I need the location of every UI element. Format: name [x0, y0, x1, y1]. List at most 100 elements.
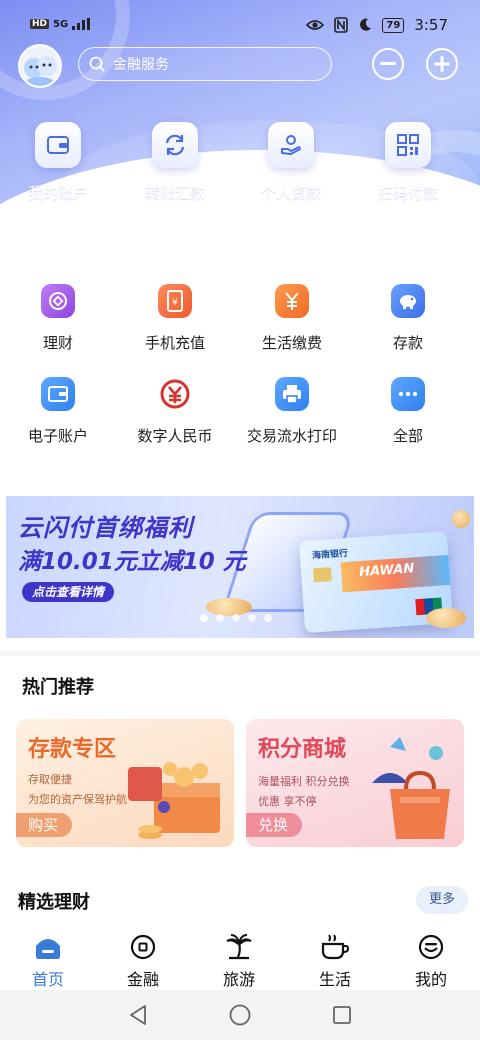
service-all[interactable]: 全部 — [348, 377, 468, 446]
tab-life[interactable]: 生活 — [295, 932, 375, 990]
battery-indicator: 79 — [382, 17, 405, 33]
home-circle-icon — [229, 1004, 251, 1026]
service-statement-print[interactable]: 交易流水打印 — [232, 377, 352, 446]
tab-home[interactable]: 首页 — [8, 932, 88, 990]
network-type: 5G — [53, 18, 69, 30]
service-e-account[interactable]: 电子账户 — [0, 377, 118, 446]
service-phone-recharge[interactable]: ¥ 手机充值 — [115, 284, 235, 353]
service-label: 全部 — [392, 427, 423, 445]
service-label: 生活缴费 — [261, 334, 322, 352]
carousel-dot[interactable] — [264, 614, 272, 622]
points-mall-card[interactable]: 积分商城 海量福利 积分兑换 优惠 享不停 兑换 — [246, 719, 464, 847]
e-account-icon — [48, 386, 68, 402]
service-label: 手机充值 — [144, 334, 205, 352]
carousel-indicator — [200, 614, 272, 622]
carousel-dot[interactable] — [232, 614, 240, 622]
digital-rmb-icon — [160, 379, 190, 409]
smiley-face-icon — [418, 934, 444, 960]
wealth-icon — [49, 292, 67, 310]
quick-action-scan-pay[interactable]: 扫码付款 — [358, 122, 458, 203]
back-button[interactable] — [126, 1003, 150, 1027]
tab-finance[interactable]: 金融 — [103, 932, 183, 990]
rec-card-line: 为您的资产保驾护航 — [28, 793, 127, 806]
tab-mine[interactable]: 我的 — [391, 932, 471, 990]
featured-finance-title: 精选理财 — [18, 892, 90, 913]
hd-badge: HD — [30, 19, 50, 29]
carousel-dot[interactable] — [216, 614, 224, 622]
service-label: 理财 — [42, 334, 73, 352]
quick-action-label: 个人贷款 — [260, 184, 321, 202]
chat-minus-icon — [380, 62, 396, 65]
rec-card-title: 存款专区 — [28, 737, 117, 762]
avatar-mascot-icon — [24, 56, 57, 86]
back-triangle-icon — [130, 1005, 146, 1025]
home-icon — [36, 939, 60, 959]
loan-hand-icon — [281, 135, 301, 155]
quick-action-my-account[interactable]: 我的账户 — [8, 122, 108, 203]
tab-label: 旅游 — [222, 970, 255, 989]
rec-card-title: 积分商城 — [258, 737, 347, 762]
svg-text:¥: ¥ — [172, 298, 178, 308]
service-deposit[interactable]: 存款 — [348, 284, 468, 353]
recents-square-icon — [333, 1006, 351, 1024]
deposit-zone-card[interactable]: 存款专区 存取便捷 为您的资产保驾护航 购买 — [16, 719, 234, 847]
moon-icon — [360, 18, 372, 31]
home-nav-button[interactable] — [228, 1003, 252, 1027]
message-button[interactable] — [372, 48, 404, 80]
recents-button[interactable] — [330, 1003, 354, 1027]
more-button[interactable]: 更多 — [416, 886, 468, 914]
rec-card-line: 海量福利 积分兑换 — [258, 775, 350, 788]
nfc-icon — [334, 17, 349, 33]
quick-action-personal-loan[interactable]: 个人贷款 — [241, 122, 341, 203]
tab-travel[interactable]: 旅游 — [199, 932, 279, 990]
promo-banner[interactable]: 海南银行 HAWAN 云闪付首绑福利 满10.01元立减10 元 点击查看详情 — [6, 496, 474, 638]
quick-action-transfer[interactable]: 转账汇款 — [125, 122, 225, 203]
signal-indicator: HD 5G — [30, 18, 91, 30]
piggy-bank-icon — [400, 295, 416, 309]
search-bar[interactable]: 金融服务 — [78, 47, 332, 81]
service-digital-rmb[interactable]: 数字人民币 — [115, 377, 235, 446]
card-bank-name: 海南银行 — [311, 548, 349, 562]
quick-action-label: 我的账户 — [27, 184, 88, 202]
finance-icon — [130, 934, 156, 960]
signal-icon — [72, 18, 91, 30]
banner-title: 云闪付首绑福利 — [18, 514, 193, 542]
coin-icon — [426, 608, 466, 628]
eye-icon — [306, 20, 325, 30]
search-icon — [89, 56, 105, 72]
tab-label: 我的 — [414, 970, 447, 989]
hot-recommend-title: 热门推荐 — [22, 677, 94, 698]
qr-code-icon — [397, 134, 419, 156]
search-placeholder: 金融服务 — [113, 57, 169, 73]
service-label: 存款 — [392, 334, 423, 352]
add-button[interactable] — [426, 48, 458, 80]
card-chip-icon — [312, 567, 332, 583]
carousel-dot[interactable] — [200, 614, 208, 622]
tab-label: 金融 — [126, 970, 159, 989]
exchange-button[interactable]: 兑换 — [246, 813, 303, 837]
buy-button[interactable]: 购买 — [16, 813, 73, 837]
wallet-icon — [47, 136, 69, 154]
palm-tree-icon — [226, 934, 252, 960]
plus-icon — [434, 56, 450, 72]
printer-icon — [283, 385, 301, 404]
banner-subtitle: 满10.01元立减10 元 — [18, 549, 246, 575]
carousel-dot[interactable] — [248, 614, 256, 622]
rec-card-line: 存取便捷 — [28, 773, 72, 786]
coffee-cup-icon — [321, 934, 350, 960]
system-navigation-bar — [0, 990, 480, 1040]
tab-label: 首页 — [31, 970, 64, 989]
service-label: 电子账户 — [27, 427, 88, 445]
service-label: 数字人民币 — [137, 427, 213, 445]
banner-details-button[interactable]: 点击查看详情 — [22, 582, 115, 602]
phone-recharge-icon: ¥ — [167, 290, 183, 312]
rec-card-line: 优惠 享不停 — [258, 795, 317, 808]
service-wealth[interactable]: 理财 — [0, 284, 118, 353]
quick-action-label: 扫码付款 — [377, 184, 438, 202]
avatar[interactable] — [18, 44, 62, 88]
more-dots-icon — [398, 391, 418, 397]
bottom-tab-bar: 首页 金融 旅游 生活 我的 — [0, 926, 480, 990]
transfer-cycle-icon — [165, 134, 185, 156]
service-life-payment[interactable]: 生活缴费 — [232, 284, 352, 353]
coin-icon — [452, 510, 470, 528]
